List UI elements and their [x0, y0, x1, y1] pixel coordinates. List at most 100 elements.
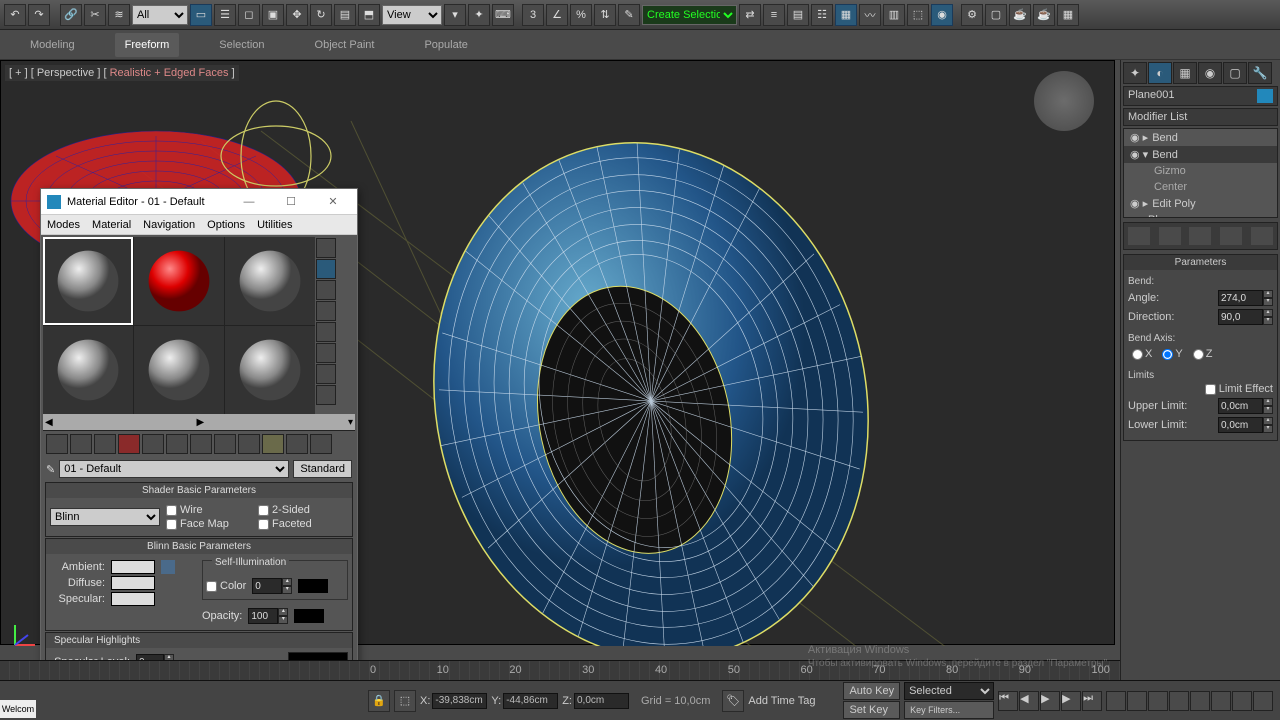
modifier-editpoly[interactable]: ◉ ▸Edit Poly	[1124, 195, 1277, 212]
maximize-icon[interactable]: ☐	[273, 195, 309, 208]
make-unique-mat-icon[interactable]	[166, 434, 188, 454]
unlink-icon[interactable]: ✂	[84, 4, 106, 26]
utilities-panel-icon[interactable]: 🔧	[1248, 62, 1272, 84]
keyboard-icon[interactable]: ⌨	[492, 4, 514, 26]
named-selection-select[interactable]: Create Selection Set	[642, 5, 737, 25]
angle-spinner[interactable]: ▴▾	[1218, 290, 1273, 306]
blinn-rollout-header[interactable]: Blinn Basic Parameters	[46, 539, 352, 554]
modifier-list-dropdown[interactable]: Modifier List	[1123, 108, 1278, 126]
get-material-icon[interactable]	[46, 434, 68, 454]
min-max-icon[interactable]	[1253, 691, 1273, 711]
limit-effect-checkbox[interactable]	[1205, 384, 1216, 395]
pan-icon[interactable]	[1106, 691, 1126, 711]
go-parent-icon[interactable]	[286, 434, 308, 454]
curve-editor-icon[interactable]: 〰	[859, 4, 881, 26]
self-illum-spinner[interactable]: ▴▾	[252, 578, 292, 594]
display-panel-icon[interactable]: ▢	[1223, 62, 1247, 84]
menu-options[interactable]: Options	[207, 219, 245, 231]
video-check-icon[interactable]	[316, 322, 336, 342]
diffuse-swatch[interactable]	[111, 576, 155, 590]
sample-scrollbar[interactable]: ◀▶▾	[43, 414, 355, 430]
snap-3-icon[interactable]: 3	[522, 4, 544, 26]
face-map-checkbox[interactable]: Face Map	[166, 518, 256, 530]
ribbon-tab-populate[interactable]: Populate	[414, 33, 477, 57]
toggle-ribbon-icon[interactable]: ▦	[835, 4, 857, 26]
create-panel-icon[interactable]: ✦	[1123, 62, 1147, 84]
angle-snap-icon[interactable]: ∠	[546, 4, 568, 26]
material-type-button[interactable]: Standard	[293, 460, 352, 478]
hierarchy-panel-icon[interactable]: ▦	[1173, 62, 1197, 84]
teapot1-icon[interactable]: ☕	[1009, 4, 1031, 26]
modifier-center[interactable]: Center	[1124, 179, 1277, 195]
minimize-icon[interactable]: —	[231, 196, 267, 208]
ribbon-tab-freeform[interactable]: Freeform	[115, 33, 180, 57]
bind-icon[interactable]: ≋	[108, 4, 130, 26]
ribbon-tab-objectpaint[interactable]: Object Paint	[305, 33, 385, 57]
prev-frame-icon[interactable]: ◀	[1019, 691, 1039, 711]
go-sibling-icon[interactable]	[310, 434, 332, 454]
self-illum-map-button[interactable]	[298, 579, 328, 593]
goto-end-icon[interactable]: ⏭	[1082, 691, 1102, 711]
scale-icon[interactable]: ▤	[334, 4, 356, 26]
make-copy-icon[interactable]	[142, 434, 164, 454]
select-by-name-icon[interactable]: ☰	[214, 4, 236, 26]
axis-z-radio[interactable]: Z	[1193, 348, 1213, 360]
material-sample-5[interactable]	[134, 326, 224, 414]
menu-utilities[interactable]: Utilities	[257, 219, 292, 231]
layer-icon[interactable]: ▤	[787, 4, 809, 26]
rotate-icon[interactable]: ↻	[310, 4, 332, 26]
edit-selection-icon[interactable]: ✎	[618, 4, 640, 26]
reset-map-icon[interactable]	[118, 434, 140, 454]
specular-swatch[interactable]	[111, 592, 155, 606]
key-filters-button[interactable]: Key Filters...	[904, 701, 994, 719]
material-sample-2[interactable]	[134, 237, 224, 325]
viewcube-icon[interactable]	[1034, 71, 1094, 131]
material-sample-3[interactable]	[225, 237, 315, 325]
ambient-swatch[interactable]	[111, 560, 155, 574]
render-setup-icon[interactable]: ⚙	[961, 4, 983, 26]
remove-modifier-icon[interactable]	[1220, 227, 1242, 245]
motion-panel-icon[interactable]: ◉	[1198, 62, 1222, 84]
manipulate-icon[interactable]: ✦	[468, 4, 490, 26]
rect-region-icon[interactable]: ◻	[238, 4, 260, 26]
material-sample-6[interactable]	[225, 326, 315, 414]
orbit-icon[interactable]	[1211, 691, 1231, 711]
dope-sheet-icon[interactable]: ▥	[883, 4, 905, 26]
show-result-icon[interactable]	[1159, 227, 1181, 245]
ref-coord-select[interactable]: View	[382, 5, 442, 25]
pivot-icon[interactable]: ▾	[444, 4, 466, 26]
filter-select[interactable]: All	[132, 5, 188, 25]
modifier-bend-1[interactable]: ◉ ▸Bend	[1124, 129, 1277, 146]
redo-icon[interactable]: ↷	[28, 4, 50, 26]
time-tag-icon[interactable]: 🏷	[722, 690, 744, 712]
maximize-viewport-icon[interactable]	[1232, 691, 1252, 711]
placement-icon[interactable]: ⬒	[358, 4, 380, 26]
pin-stack-icon[interactable]	[1128, 227, 1150, 245]
goto-start-icon[interactable]: ⏮	[998, 691, 1018, 711]
zoom-all-icon[interactable]	[1148, 691, 1168, 711]
modifier-stack[interactable]: ◉ ▸Bend ◉ ▾Bend Gizmo Center ◉ ▸Edit Pol…	[1123, 128, 1278, 218]
next-frame-icon[interactable]: ▶	[1061, 691, 1081, 711]
welcome-tab[interactable]: Welcom	[0, 700, 36, 718]
show-end-result-icon[interactable]	[262, 434, 284, 454]
menu-modes[interactable]: Modes	[47, 219, 80, 231]
layer-explorer-icon[interactable]: ☷	[811, 4, 833, 26]
ribbon-tab-selection[interactable]: Selection	[209, 33, 274, 57]
key-mode-select[interactable]: Selected	[904, 682, 994, 700]
axis-y-radio[interactable]: Y	[1162, 348, 1182, 360]
select-icon[interactable]: ▭	[190, 4, 212, 26]
upper-limit-spinner[interactable]: ▴▾	[1218, 398, 1273, 414]
render-frame-icon[interactable]: ▢	[985, 4, 1007, 26]
sample-type-icon[interactable]	[316, 238, 336, 258]
spinner-snap-icon[interactable]: ⇅	[594, 4, 616, 26]
put-to-scene-icon[interactable]	[70, 434, 92, 454]
move-icon[interactable]: ✥	[286, 4, 308, 26]
object-color-swatch[interactable]	[1257, 89, 1273, 103]
link-icon[interactable]: 🔗	[60, 4, 82, 26]
object-name-field[interactable]: Plane001	[1123, 86, 1278, 106]
mirror-icon[interactable]: ⇄	[739, 4, 761, 26]
assign-icon[interactable]	[94, 434, 116, 454]
modify-panel-icon[interactable]: ◐	[1148, 62, 1172, 84]
modifier-gizmo[interactable]: Gizmo	[1124, 163, 1277, 179]
select-by-mat-icon[interactable]	[316, 385, 336, 405]
